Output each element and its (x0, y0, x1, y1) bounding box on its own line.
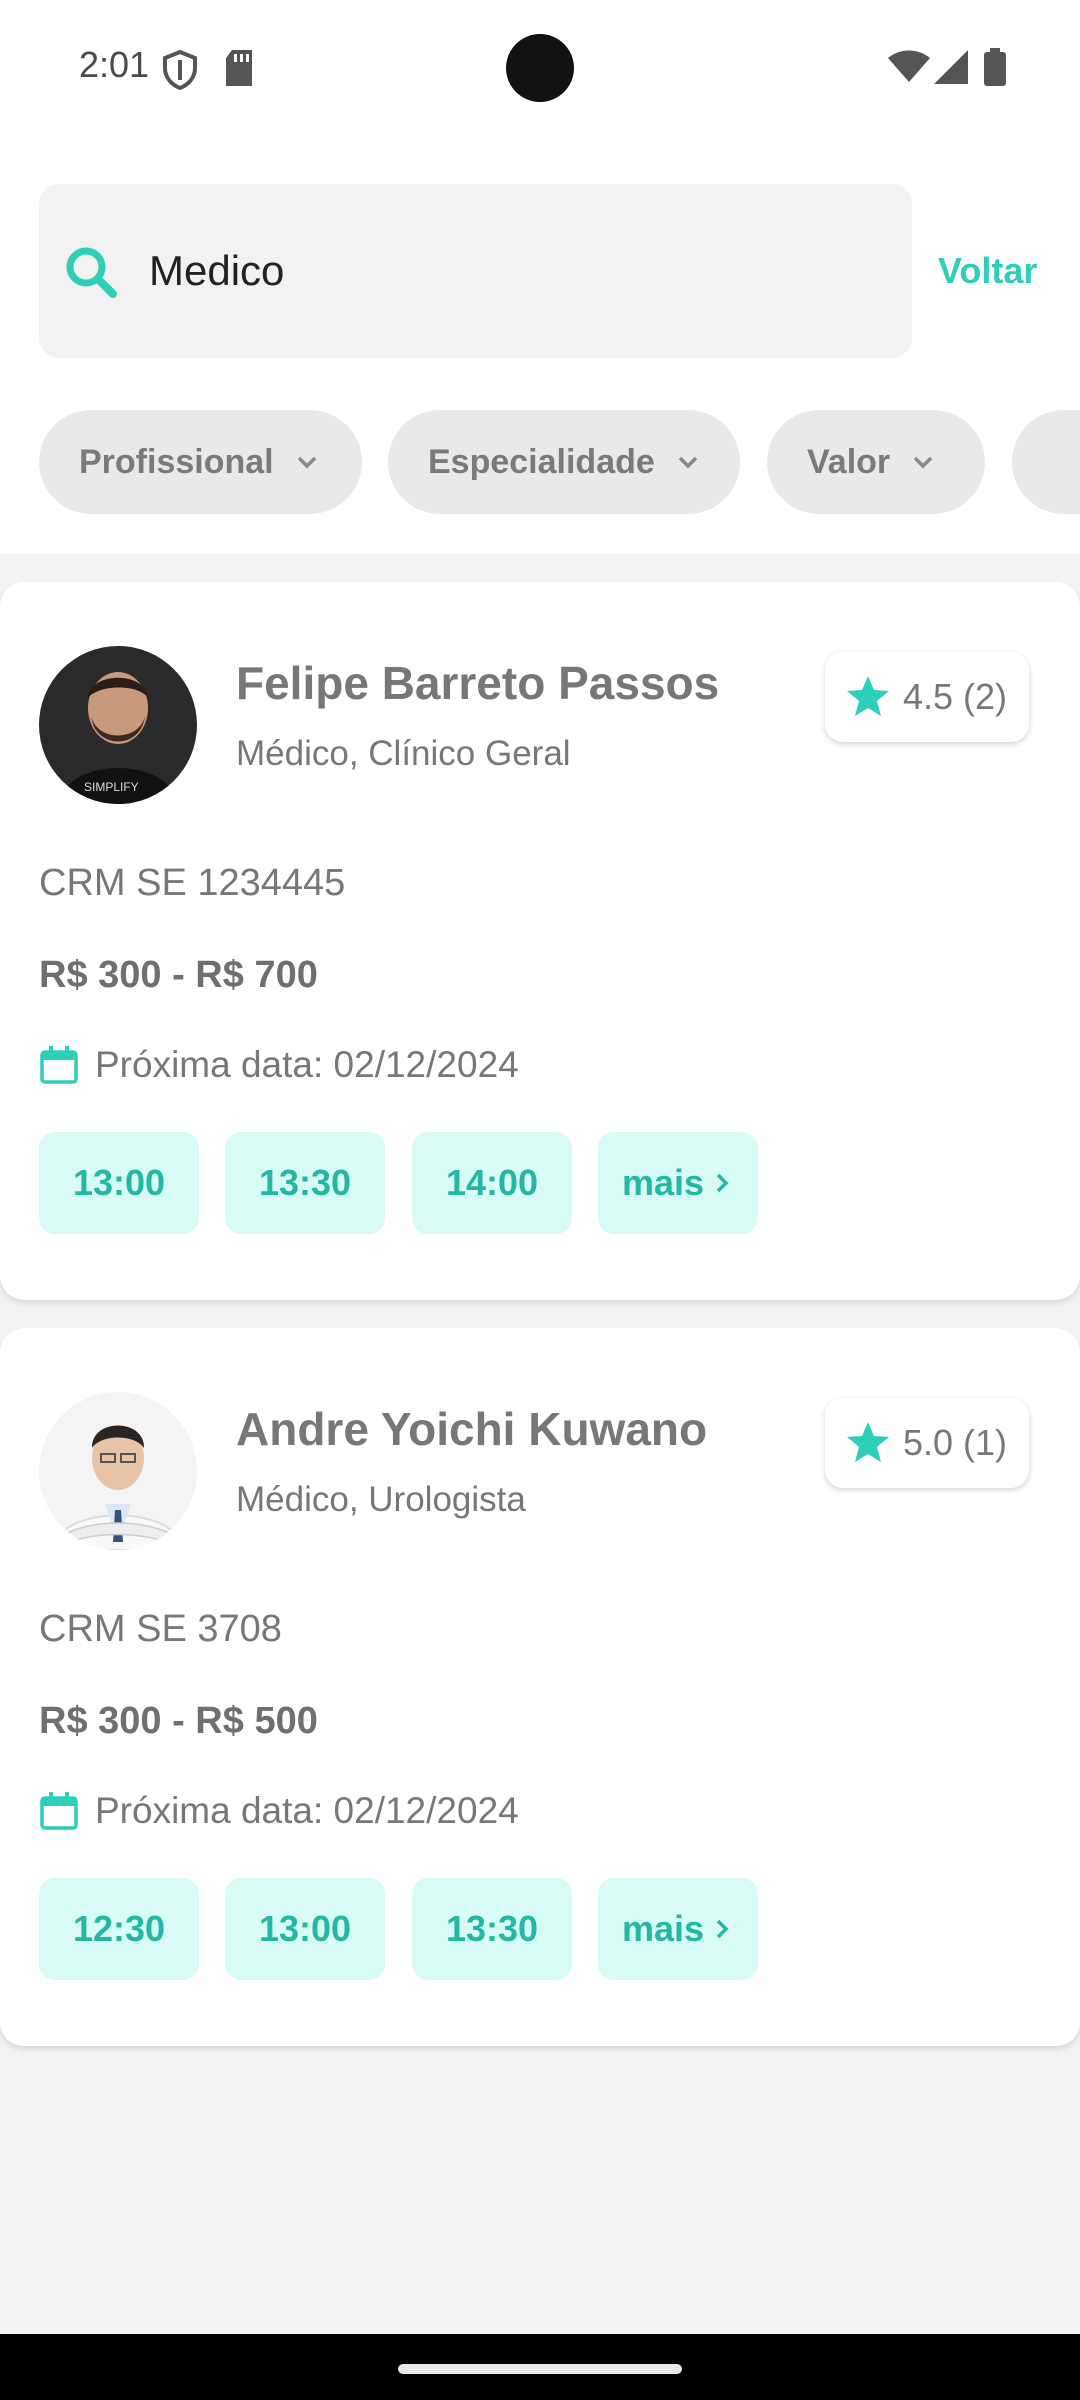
rating-badge: 4.5 (2) (825, 652, 1029, 742)
chevron-down-icon (913, 456, 933, 469)
search-header: Voltar Profissional Especialidade Valor (0, 140, 1080, 554)
filter-label: Valor (807, 442, 891, 481)
crm-number: CRM SE 3708 (39, 1608, 282, 1650)
status-time: 2:01 (79, 44, 150, 85)
filter-label: Profissional (79, 442, 274, 481)
time-slot[interactable]: 13:00 (225, 1878, 385, 1980)
more-slots-button[interactable]: mais (598, 1132, 758, 1234)
front-camera (506, 34, 574, 102)
shield-icon (163, 50, 197, 90)
chevron-down-icon (678, 456, 698, 469)
time-slot[interactable]: 13:30 (225, 1132, 385, 1234)
status-bar: 2:01 (0, 0, 1080, 140)
calendar-icon (40, 1046, 78, 1084)
more-label: mais (621, 1162, 705, 1203)
price-range: R$ 300 - R$ 500 (39, 1700, 318, 1742)
calendar-icon (40, 1792, 78, 1830)
price-range: R$ 300 - R$ 700 (39, 954, 318, 996)
next-date: Próxima data: 02/12/2024 (39, 1790, 519, 1832)
home-indicator[interactable] (398, 2364, 682, 2374)
search-input[interactable] (149, 236, 869, 306)
next-date-label: Próxima data: 02/12/2024 (95, 1044, 519, 1085)
doctor-specialty: Médico, Urologista (236, 1480, 526, 1519)
filter-more[interactable] (1012, 410, 1080, 514)
sd-card-icon (226, 50, 252, 86)
time-slot[interactable]: 13:00 (39, 1132, 199, 1234)
rating-value: 4.5 (2) (903, 676, 1008, 717)
back-button[interactable]: Voltar (938, 250, 1037, 292)
chevron-down-icon (297, 456, 316, 469)
signal-icon (934, 50, 968, 84)
next-date: Próxima data: 02/12/2024 (39, 1044, 519, 1086)
next-date-label: Próxima data: 02/12/2024 (95, 1790, 519, 1831)
filter-especialidade[interactable]: Especialidade (388, 410, 740, 514)
search-icon (66, 247, 117, 298)
avatar: SIMPLIFY (39, 646, 197, 804)
filter-bar: Profissional Especialidade Valor (0, 410, 1080, 516)
time-slot[interactable]: 14:00 (412, 1132, 572, 1234)
chevron-right-icon (716, 1173, 729, 1193)
star-icon (847, 1422, 889, 1462)
filter-valor[interactable]: Valor (767, 410, 985, 514)
battery-icon (984, 48, 1006, 86)
crm-number: CRM SE 1234445 (39, 862, 346, 904)
chevron-right-icon (716, 1919, 729, 1939)
more-label: mais (621, 1908, 705, 1949)
more-slots-button[interactable]: mais (598, 1878, 758, 1980)
doctor-specialty: Médico, Clínico Geral (236, 734, 571, 773)
star-icon (847, 676, 889, 716)
doctor-name: Andre Yoichi Kuwano (236, 1403, 708, 1455)
wifi-icon (888, 50, 930, 82)
doctor-name: Felipe Barreto Passos (236, 657, 720, 709)
doctor-card[interactable]: Andre Yoichi Kuwano Médico, Urologista 5… (0, 1328, 1080, 2046)
time-slot[interactable]: 13:30 (412, 1878, 572, 1980)
filter-label: Especialidade (428, 442, 655, 481)
svg-text:SIMPLIFY: SIMPLIFY (84, 780, 139, 794)
time-slot[interactable]: 12:30 (39, 1878, 199, 1980)
filter-profissional[interactable]: Profissional (39, 410, 362, 514)
doctor-card[interactable]: SIMPLIFY Felipe Barreto Passos Médico, C… (0, 582, 1080, 1300)
search-box[interactable] (39, 184, 912, 358)
avatar (39, 1392, 197, 1550)
rating-value: 5.0 (1) (903, 1422, 1008, 1463)
rating-badge: 5.0 (1) (825, 1398, 1029, 1488)
